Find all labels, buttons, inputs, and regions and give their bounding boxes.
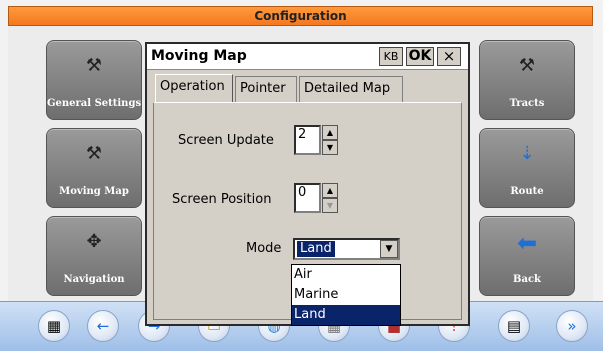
layers-icon[interactable]: ▦: [38, 310, 70, 342]
chevron-down-icon[interactable]: ▼: [380, 240, 398, 258]
tile-label: Navigation: [63, 274, 125, 285]
screen-position-input[interactable]: 0: [294, 183, 321, 213]
tools-icon: ⚒: [85, 55, 103, 76]
screen-update-label: Screen Update: [178, 133, 274, 148]
screen-position-up-button[interactable]: ▲: [322, 183, 338, 198]
configuration-window: Configuration ⚒ General Settings ⚒ Movin…: [0, 0, 603, 351]
back-arrow-icon: ⬅: [516, 229, 538, 257]
back-arrow-icon[interactable]: ←: [87, 310, 119, 342]
ok-button[interactable]: OK: [406, 47, 434, 66]
tab-operation[interactable]: Operation: [155, 74, 233, 103]
tab-pointer[interactable]: Pointer: [235, 76, 297, 102]
moving-map-tile[interactable]: ⚒ Moving Map: [46, 128, 142, 208]
tile-label: Back: [513, 274, 541, 285]
screen-update-down-button[interactable]: ▼: [322, 140, 338, 155]
tile-label: Moving Map: [59, 186, 129, 197]
tile-label: General Settings: [47, 98, 141, 109]
screen-position-down-button[interactable]: ▼: [322, 198, 338, 213]
dialog-titlebar: Moving Map KB OK ×: [147, 44, 468, 70]
mode-option-marine[interactable]: Marine: [292, 285, 400, 305]
screen-update-input[interactable]: 2: [294, 125, 321, 155]
screen-position-label: Screen Position: [172, 192, 272, 207]
screen-update-up-button[interactable]: ▲: [322, 125, 338, 140]
tracts-tile[interactable]: ⚒ Tracts: [479, 40, 575, 120]
general-settings-tile[interactable]: ⚒ General Settings: [46, 40, 142, 120]
navigation-icon: ✥: [86, 231, 102, 252]
keyboard-button[interactable]: KB: [379, 47, 403, 66]
mode-select[interactable]: Land ▼: [293, 238, 400, 260]
navigation-tile[interactable]: ✥ Navigation: [46, 216, 142, 296]
tools-icon: ⚒: [85, 143, 103, 164]
close-button[interactable]: ×: [437, 47, 461, 66]
document-icon[interactable]: ▤: [498, 310, 530, 342]
back-tile[interactable]: ⬅ Back: [479, 216, 575, 296]
route-icon: ⇣: [519, 143, 535, 164]
dialog-title: Moving Map: [151, 48, 247, 64]
tile-label: Tracts: [509, 98, 545, 109]
mode-option-air[interactable]: Air: [292, 265, 400, 285]
tools-icon: ⚒: [518, 55, 536, 76]
mode-option-land[interactable]: Land: [292, 305, 400, 325]
route-tile[interactable]: ⇣ Route: [479, 128, 575, 208]
window-title: Configuration: [8, 6, 593, 26]
more-icon[interactable]: »: [556, 310, 588, 342]
tab-detailed-map[interactable]: Detailed Map: [299, 76, 403, 102]
mode-selected-value: Land: [297, 241, 335, 257]
mode-label: Mode: [246, 241, 282, 256]
mode-dropdown-list: Air Marine Land: [291, 264, 401, 326]
tile-label: Route: [510, 186, 544, 197]
